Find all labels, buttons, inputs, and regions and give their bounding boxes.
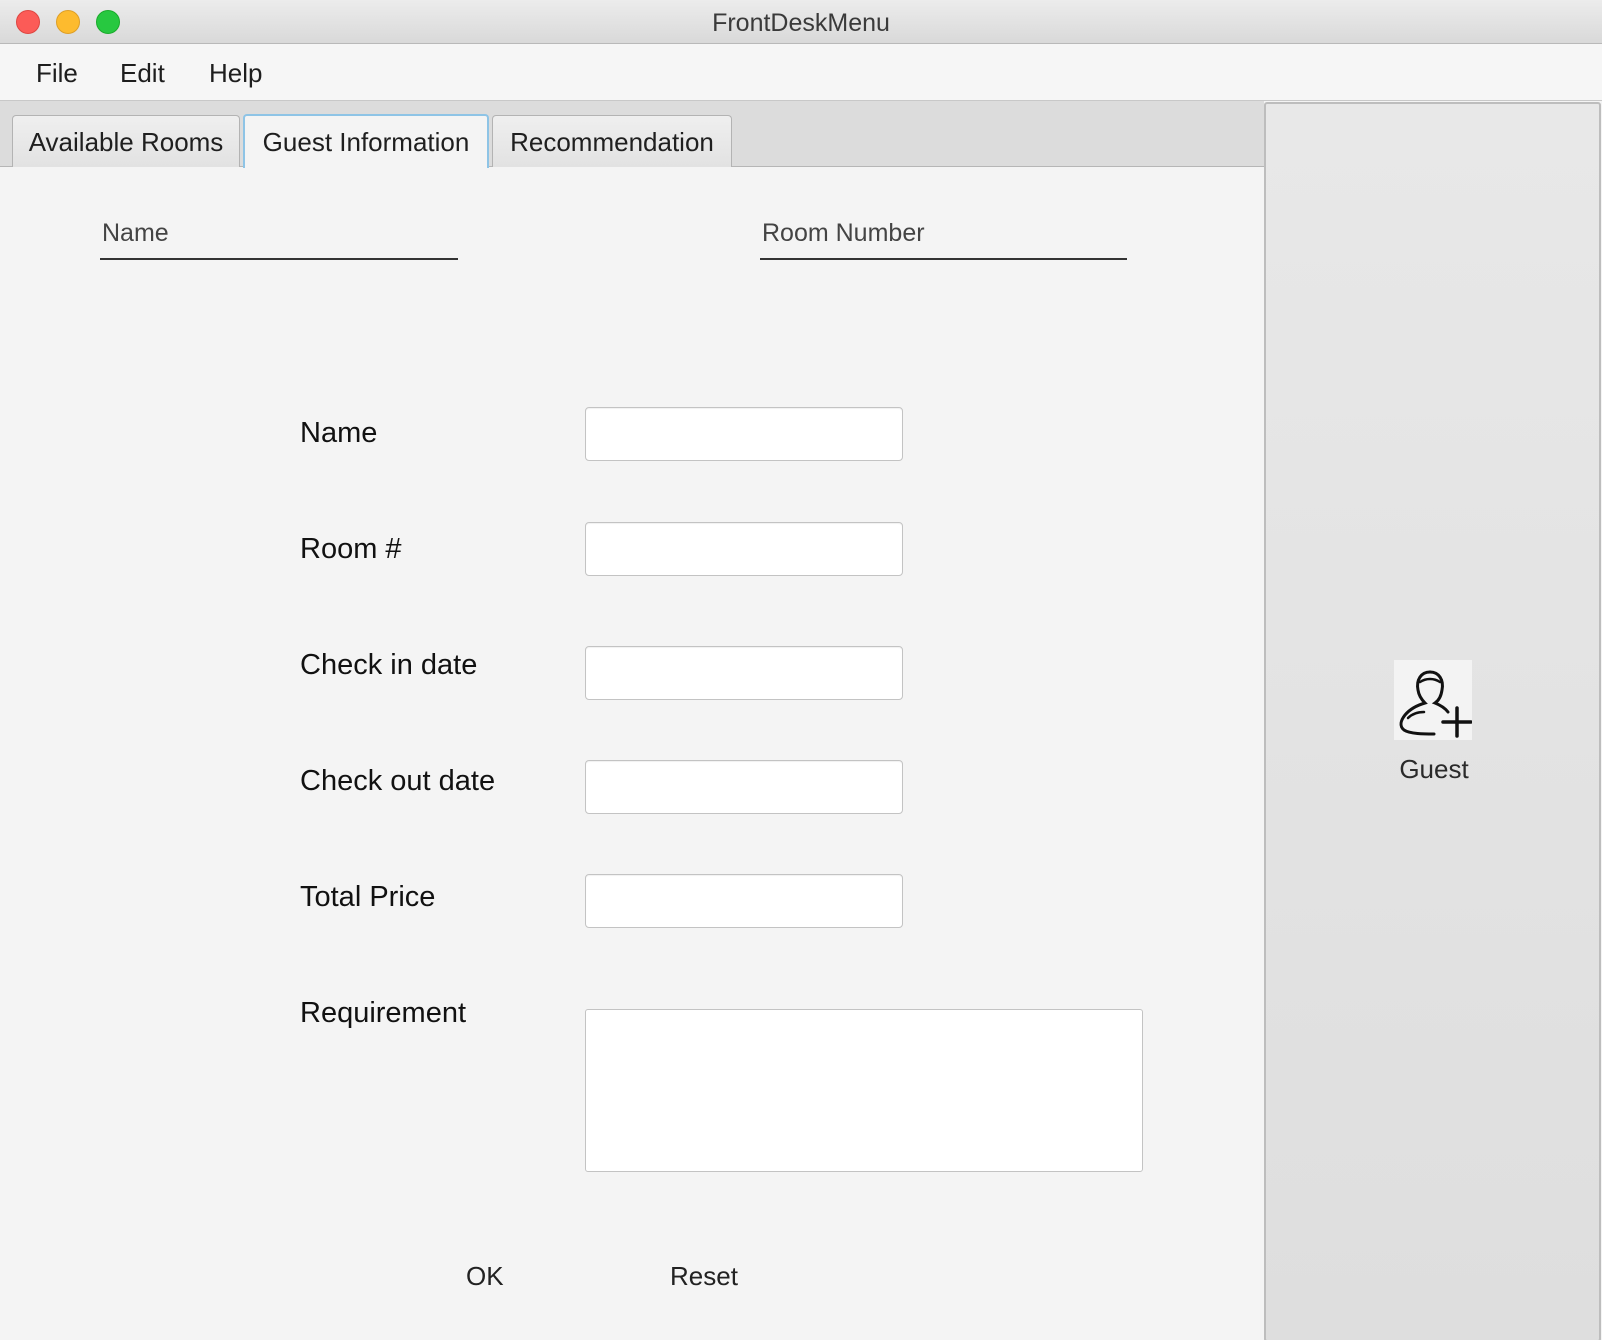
- header-name-placeholder: Name: [102, 219, 169, 247]
- guest-information-panel: Name Room Number Name Room # Check in da…: [0, 167, 1264, 1340]
- window-title: FrontDeskMenu: [712, 9, 890, 37]
- header-room-number-field[interactable]: Room Number: [760, 219, 1127, 260]
- name-label: Name: [300, 417, 378, 449]
- requirement-textarea[interactable]: [585, 1009, 1143, 1172]
- menu-help[interactable]: Help: [209, 56, 262, 91]
- requirement-label: Requirement: [300, 997, 467, 1029]
- name-input[interactable]: [585, 407, 903, 461]
- menu-bar: File Edit Help: [0, 44, 1602, 101]
- check-out-label: Check out date: [300, 765, 496, 797]
- header-room-number-placeholder: Room Number: [762, 219, 925, 247]
- reset-button[interactable]: Reset: [664, 1257, 744, 1296]
- header-name-field[interactable]: Name: [100, 219, 458, 260]
- menu-edit[interactable]: Edit: [120, 56, 165, 91]
- tab-available-rooms[interactable]: Available Rooms: [12, 115, 240, 167]
- app-window: FrontDeskMenu File Edit Help Available R…: [0, 0, 1602, 1340]
- total-price-label: Total Price: [300, 881, 436, 913]
- ok-button[interactable]: OK: [460, 1257, 510, 1296]
- total-price-input[interactable]: [585, 874, 903, 928]
- tab-guest-information[interactable]: Guest Information: [243, 114, 489, 168]
- title-bar: FrontDeskMenu: [0, 0, 1602, 44]
- menu-file[interactable]: File: [36, 56, 78, 91]
- check-in-label: Check in date: [300, 649, 478, 681]
- check-in-date-input[interactable]: [585, 646, 903, 700]
- check-out-date-input[interactable]: [585, 760, 903, 814]
- add-guest-button[interactable]: Guest: [1384, 660, 1484, 800]
- room-number-input[interactable]: [585, 522, 903, 576]
- tab-recommendation[interactable]: Recommendation: [492, 115, 732, 167]
- guest-label: Guest: [1399, 754, 1469, 784]
- tab-bar: Available Rooms Guest Information Recomm…: [0, 101, 1264, 168]
- add-user-icon: [1394, 660, 1473, 740]
- room-label: Room #: [300, 533, 402, 565]
- side-panel: Guest: [1264, 102, 1601, 1340]
